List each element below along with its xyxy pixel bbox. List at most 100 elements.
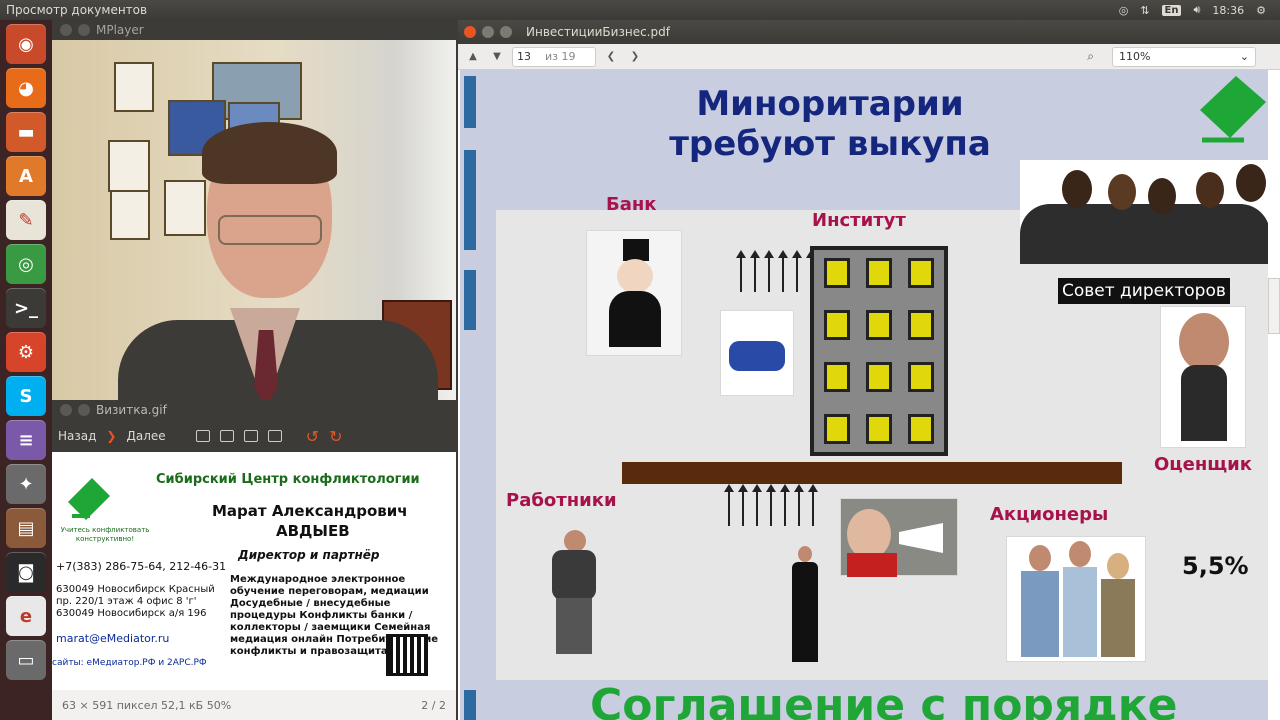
text-editor-icon[interactable]: ✎ bbox=[6, 200, 46, 240]
building-window bbox=[908, 258, 934, 288]
power-gear-icon[interactable]: ⚙ bbox=[1256, 4, 1266, 17]
card-organization: Сибирский Центр конфликтологии bbox=[156, 472, 420, 487]
ubuntu-icon[interactable]: ◉ bbox=[6, 24, 46, 64]
card-name: Марат Александрович bbox=[212, 502, 408, 520]
minimize-icon[interactable] bbox=[78, 24, 90, 36]
settings-icon[interactable]: ⚙ bbox=[6, 332, 46, 372]
zoom-select[interactable]: 110% ⌄ bbox=[1112, 46, 1256, 67]
video-frame[interactable] bbox=[52, 40, 456, 408]
speaker-hair bbox=[202, 122, 337, 184]
books-icon[interactable]: ▤ bbox=[6, 508, 46, 548]
up-arrow bbox=[794, 484, 804, 526]
close-icon[interactable] bbox=[60, 404, 72, 416]
chrome-icon[interactable]: ◎ bbox=[6, 244, 46, 284]
business-card-image: Учитесь конфликтовать конструктивно! Сиб… bbox=[52, 452, 456, 690]
building-window bbox=[908, 310, 934, 340]
chevron-down-icon: ⌄ bbox=[1239, 50, 1249, 63]
up-arrow bbox=[752, 484, 762, 526]
wall-certificate bbox=[114, 62, 154, 112]
system-tray: ◎ ⇅ En 🔊︎ 18:36 ⚙ bbox=[1119, 3, 1280, 17]
viewer-toolbar: Назад ❯ Далее ↺ ↻ bbox=[52, 420, 456, 452]
page-current[interactable]: 13 bbox=[517, 50, 531, 63]
man-in-suit-figure bbox=[790, 546, 820, 664]
wall-certificate bbox=[108, 140, 150, 192]
appraiser-image bbox=[1160, 306, 1246, 448]
zoom-value: 110% bbox=[1119, 50, 1151, 63]
speaker-glasses bbox=[218, 215, 322, 245]
sound-icon[interactable]: 🔊︎ bbox=[1193, 3, 1200, 17]
close-icon[interactable] bbox=[60, 24, 72, 36]
forward-icon[interactable]: ❯ bbox=[626, 51, 644, 62]
appraiser-label: Оценщик bbox=[1154, 454, 1253, 475]
files-icon[interactable]: ▬ bbox=[6, 112, 46, 152]
up-arrow bbox=[738, 484, 748, 526]
active-app-title: Просмотр документов bbox=[6, 3, 148, 17]
camera-icon[interactable]: ◙ bbox=[6, 552, 46, 592]
card-sites: сайты: еМедиатор.РФ и 2АРС.РФ bbox=[52, 658, 207, 668]
firefox-icon[interactable]: ◕ bbox=[6, 68, 46, 108]
building-window bbox=[866, 362, 892, 392]
software-center-icon[interactable]: A bbox=[6, 156, 46, 196]
chrome-tray-icon[interactable]: ◎ bbox=[1119, 4, 1129, 17]
pdf-page: Миноритарии требуют выкупа Совет директо… bbox=[460, 70, 1268, 720]
close-icon[interactable] bbox=[464, 26, 476, 38]
viewer-titlebar[interactable]: Визитка.gif bbox=[52, 400, 456, 420]
previous-page-icon[interactable]: ▲ bbox=[464, 51, 482, 62]
search-icon[interactable]: ⌕ bbox=[1087, 49, 1094, 64]
zoom-original-icon[interactable] bbox=[243, 430, 258, 442]
building-window bbox=[824, 362, 850, 392]
back-button[interactable]: Назад bbox=[58, 429, 96, 443]
image-page-indicator: 2 / 2 bbox=[421, 698, 446, 712]
top-panel: Просмотр документов ◎ ⇅ En 🔊︎ 18:36 ⚙ bbox=[0, 0, 1280, 20]
slide-decor-bar bbox=[464, 150, 476, 250]
minimize-icon[interactable] bbox=[482, 26, 494, 38]
up-arrow bbox=[736, 250, 746, 292]
card-role: Директор и партнёр bbox=[238, 548, 380, 562]
banker-image bbox=[586, 230, 682, 356]
forward-arrow-icon: ❯ bbox=[106, 429, 117, 443]
maximize-icon[interactable] bbox=[500, 26, 512, 38]
building-window bbox=[908, 362, 934, 392]
next-slide-heading: Соглашение с порядке bbox=[590, 680, 1178, 720]
scrollbar[interactable] bbox=[1268, 278, 1280, 334]
network-icon[interactable]: ⇅ bbox=[1140, 4, 1149, 17]
workers-label: Работники bbox=[506, 490, 617, 511]
database-icon[interactable]: ≡ bbox=[6, 420, 46, 460]
mplayer-titlebar[interactable]: MPlayer bbox=[52, 20, 456, 40]
page-input[interactable]: 13 из 19 bbox=[512, 46, 596, 67]
card-email: marat@eMediator.ru bbox=[56, 632, 170, 645]
up-arrow bbox=[780, 484, 790, 526]
mplayer-title: MPlayer bbox=[96, 23, 144, 37]
forward-button[interactable]: Далее bbox=[126, 429, 165, 443]
percentage-value: 5,5% bbox=[1182, 552, 1249, 580]
bank-label: Банк bbox=[606, 194, 657, 215]
keyboard-layout-indicator[interactable]: En bbox=[1161, 4, 1182, 16]
clock[interactable]: 18:36 bbox=[1212, 4, 1244, 17]
terminal-icon[interactable]: >_ bbox=[6, 288, 46, 328]
zoom-fit-icon[interactable] bbox=[219, 430, 234, 442]
minimize-icon[interactable] bbox=[78, 404, 90, 416]
up-arrow bbox=[764, 250, 774, 292]
page-total: из 19 bbox=[545, 50, 576, 63]
rotate-right-icon[interactable]: ↻ bbox=[329, 427, 342, 446]
pdf-titlebar[interactable]: ИнвестицииБизнес.pdf bbox=[458, 20, 1280, 44]
next-page-icon[interactable]: ▼ bbox=[488, 51, 506, 62]
up-arrow bbox=[778, 250, 788, 292]
launcher: ◉ ◕ ▬ A ✎ ◎ >_ ⚙ S ≡ ✦ ▤ ◙ e ▭ bbox=[0, 20, 52, 720]
card-surname: АВДЫЕВ bbox=[276, 522, 350, 540]
skype-icon[interactable]: S bbox=[6, 376, 46, 416]
rotate-left-icon[interactable]: ↺ bbox=[306, 427, 319, 446]
fit-icon[interactable] bbox=[195, 430, 210, 442]
evince-icon[interactable]: e bbox=[6, 596, 46, 636]
building-window bbox=[866, 258, 892, 288]
trash-icon[interactable]: ▭ bbox=[6, 640, 46, 680]
gimp-icon[interactable]: ✦ bbox=[6, 464, 46, 504]
up-arrow bbox=[792, 250, 802, 292]
car-image bbox=[720, 310, 794, 396]
building-window bbox=[908, 414, 934, 444]
wall-certificate bbox=[164, 180, 206, 236]
document-viewer-window: ИнвестицииБизнес.pdf ▲ ▼ 13 из 19 ❮ ❯ ⌕ … bbox=[458, 20, 1280, 720]
back-icon[interactable]: ❮ bbox=[602, 51, 620, 62]
megaphone-image bbox=[840, 498, 958, 577]
zoom-icon[interactable] bbox=[267, 430, 282, 442]
